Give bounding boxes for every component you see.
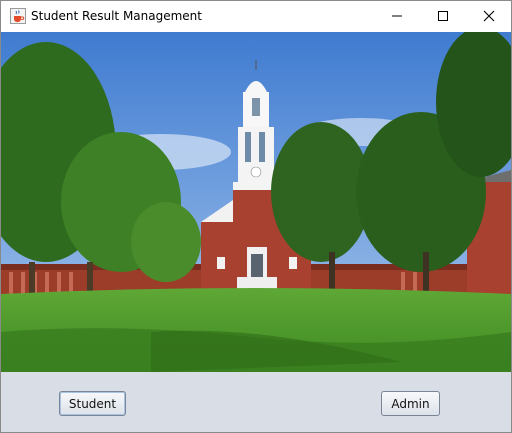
close-button[interactable] [466,1,512,32]
college-campus-image [1,32,511,372]
minimize-button[interactable] [374,1,420,32]
window-title: Student Result Management [31,9,202,23]
title-bar: Student Result Management [1,1,511,32]
maximize-button[interactable] [420,1,466,32]
button-panel: Student Admin [1,372,511,432]
java-cup-icon [10,8,26,24]
minimize-icon [391,7,403,26]
app-window: Student Result Management Student Admin [0,0,512,433]
student-button[interactable]: Student [59,391,126,416]
maximize-icon [437,7,449,26]
admin-button[interactable]: Admin [381,391,440,416]
close-icon [483,7,495,26]
